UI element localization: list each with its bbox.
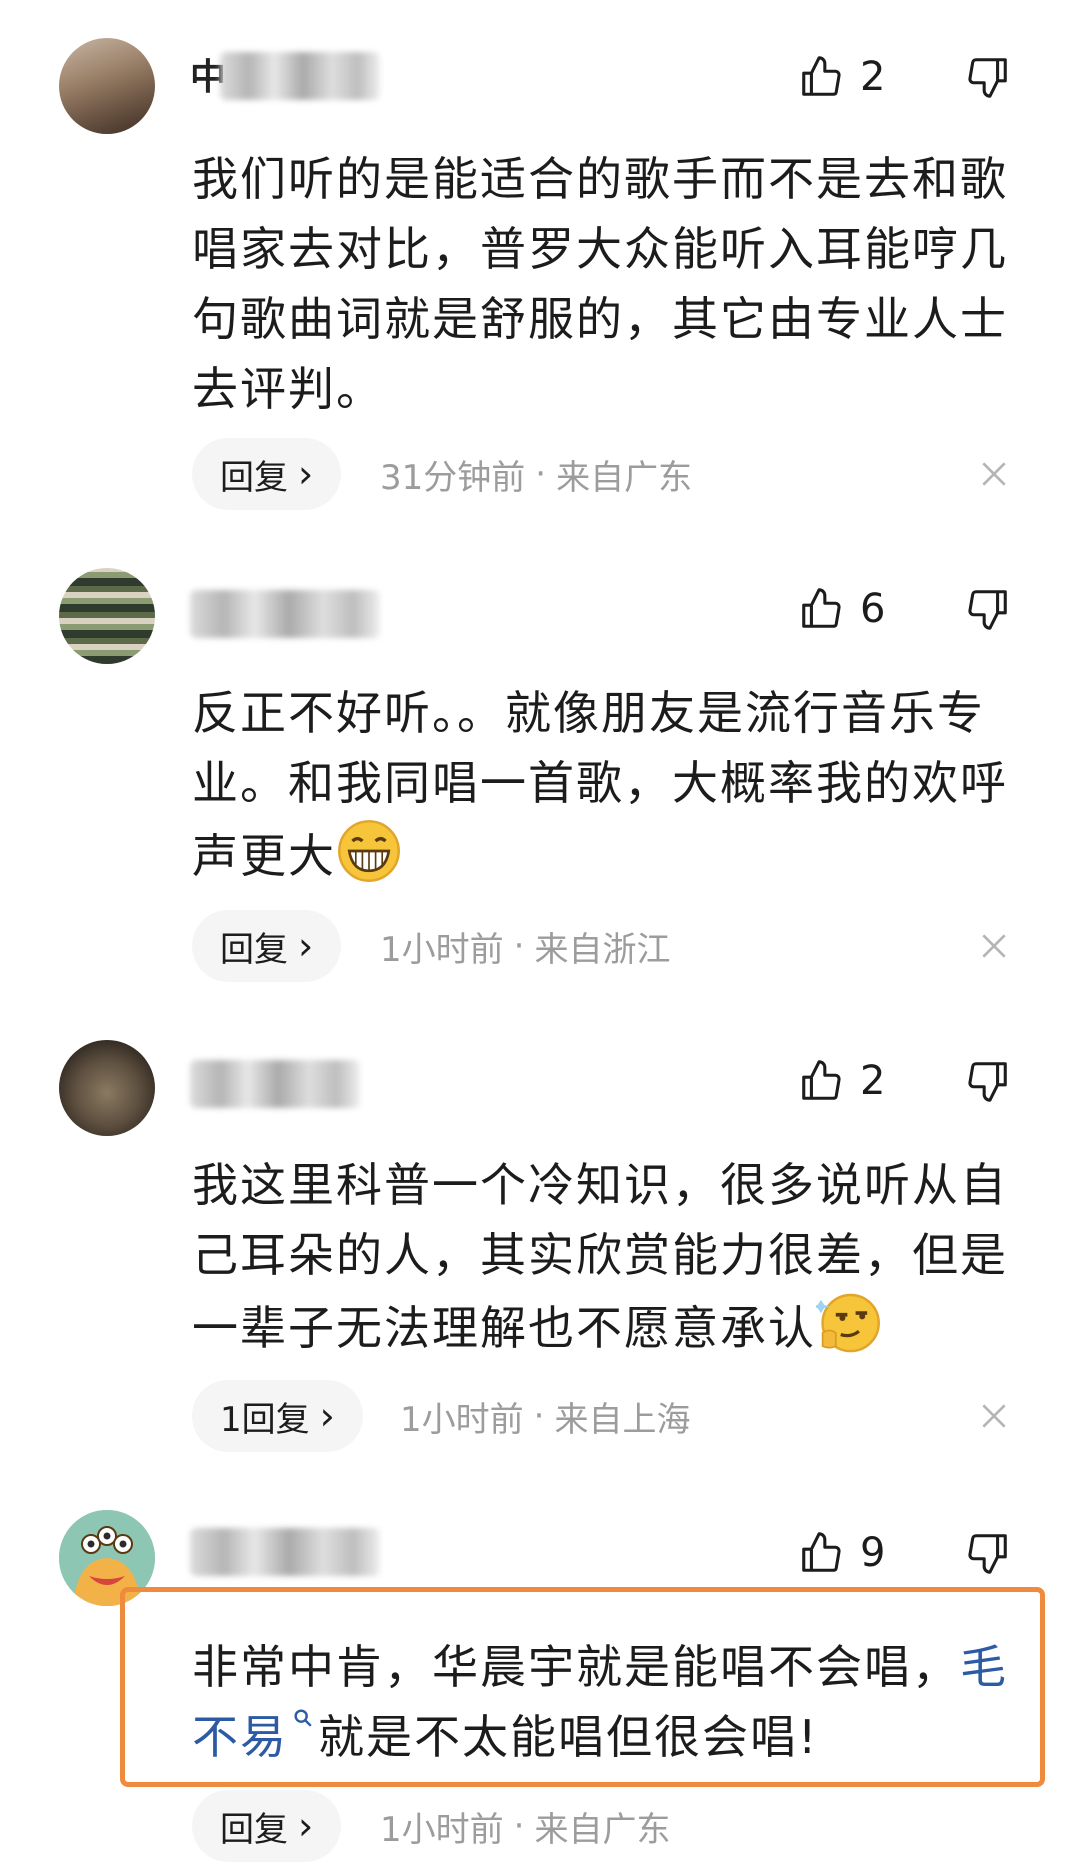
username-blurred[interactable] [190,1528,380,1576]
thumbs-down-icon [968,1534,1007,1574]
chevron-right-icon: › [298,924,314,968]
comment-meta: 1小时前 · 来自广东 [380,1790,670,1862]
comment-text: 我这里科普一个冷知识，很多说听从自己耳朵的人，其实欣赏能力很差，但是一辈子无法理… [192,1150,1012,1363]
avatar[interactable] [59,38,155,134]
comment-text: 我们听的是能适合的歌手而不是去和歌唱家去对比，普罗大众能听入耳能哼几句歌曲词就是… [192,152,1008,416]
meta-separator: · [513,926,525,966]
thumbs-up-icon [802,1532,841,1572]
like-button[interactable]: 2 [798,1056,885,1106]
thumbs-up-icon [802,56,841,96]
reply-label: 回复 [220,457,288,498]
comment-location: 来自广东 [556,457,693,498]
reply-label: 回复 [220,929,288,970]
username-blurred[interactable] [220,52,380,100]
thumbs-up-icon [802,1060,841,1100]
meta-separator: · [533,1396,545,1436]
dislike-button[interactable] [965,586,1013,636]
reply-button[interactable]: 回复 › [192,1790,342,1862]
username-blurred[interactable] [190,1060,360,1108]
dislike-button[interactable] [965,54,1013,104]
like-button[interactable]: 2 [798,52,885,102]
smirk-emoji [816,1293,880,1353]
reply-label: 1回复 [220,1399,310,1440]
like-count: 2 [860,54,886,100]
like-button[interactable]: 6 [798,584,885,634]
reply-button[interactable]: 回复 › [192,438,342,510]
comment-time: 1小时前 [380,929,504,970]
comment-text-body: 我这里科普一个冷知识，很多说听从自己耳朵的人，其实欣赏能力很差，但是一辈子无法理… [192,1158,1008,1355]
dislike-button[interactable] [965,1058,1013,1108]
comment-text-before-link: 非常中肯，华晨宇就是能唱不会唱， [192,1640,960,1694]
comment-text: 非常中肯，华晨宇就是能唱不会唱，毛不易 就是不太能唱但很会唱! [192,1632,1012,1772]
comment-time: 1小时前 [400,1399,524,1440]
monster-avatar-icon [59,1510,155,1606]
avatar[interactable] [59,1040,155,1136]
thumbs-down-icon [968,590,1007,630]
comment-location: 来自广东 [534,1809,671,1850]
thumbs-down-icon [968,58,1007,98]
comment-location: 来自浙江 [534,929,671,970]
dislike-button[interactable] [965,1530,1013,1580]
chevron-right-icon: › [298,452,314,496]
meta-separator: · [513,1806,525,1846]
comment-meta: 1小时前 · 来自上海 [400,1380,690,1452]
thumbs-up-icon [802,588,841,628]
avatar[interactable] [59,568,155,664]
avatar[interactable] [59,1510,155,1606]
close-icon[interactable] [978,930,1010,962]
comment-text: 反正不好听。。就像朋友是流行音乐专业。和我同唱一首歌，大概率我的欢呼声更大 [192,678,1012,891]
reply-button[interactable]: 回复 › [192,910,342,982]
like-count: 2 [860,1058,886,1104]
thumbs-down-icon [968,1062,1007,1102]
close-icon[interactable] [978,458,1010,490]
like-count: 6 [860,586,886,632]
search-icon [294,1709,312,1727]
reply-label: 回复 [220,1809,288,1850]
comment-meta: 31分钟前 · 来自广东 [380,438,692,510]
meta-separator: · [535,454,547,494]
reply-button[interactable]: 1回复 › [192,1380,363,1452]
comment-text-after-link: 就是不太能唱但很会唱! [318,1710,819,1764]
chevron-right-icon: › [298,1804,314,1848]
comment-text-body: 反正不好听。。就像朋友是流行音乐专业。和我同唱一首歌，大概率我的欢呼声更大 [192,686,1008,883]
comment-time: 31分钟前 [380,457,526,498]
grin-emoji [338,820,400,882]
username-blurred[interactable] [190,590,380,638]
comment-meta: 1小时前 · 来自浙江 [380,910,670,982]
like-count: 9 [860,1530,886,1576]
comment-time: 1小时前 [380,1809,504,1850]
comment-location: 来自上海 [554,1399,691,1440]
close-icon[interactable] [978,1400,1010,1432]
like-button[interactable]: 9 [798,1528,885,1578]
chevron-right-icon: › [319,1394,335,1438]
